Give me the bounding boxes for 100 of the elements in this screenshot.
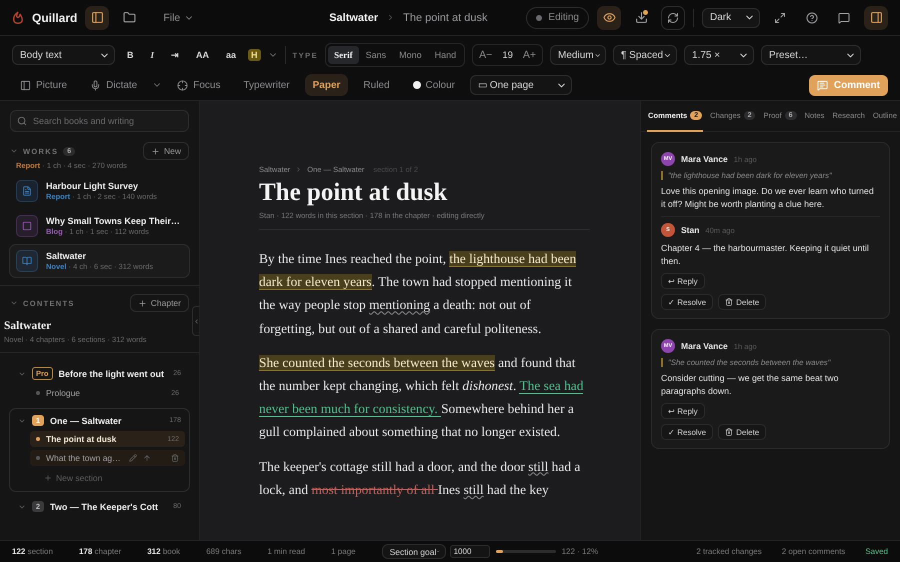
weight-select[interactable]: Medium	[550, 45, 606, 65]
help-icon	[806, 12, 818, 24]
delete-button[interactable]: Delete	[718, 294, 766, 310]
changes-count: 2 tracked changes	[696, 547, 762, 556]
chapter-title: Two — The Keeper's Cott	[50, 502, 159, 512]
view-option[interactable]: Focus	[169, 74, 228, 96]
paragraph: By the time Ines reached the point, the lighthouse had been dark for eleven years. The town had stopped mentioning it the way people stop mentioning a death: not out of forgetting, but out of a shared and careful politeness.	[259, 250, 578, 338]
expand-icon	[774, 12, 786, 24]
format-button[interactable]: ⇥	[166, 50, 184, 60]
comment-text: Consider cutting — we get the same beat two paragraphs down.	[661, 372, 840, 398]
format-button[interactable]: H	[248, 49, 261, 61]
search-icon	[17, 116, 27, 126]
word-stat: 312 book	[147, 547, 180, 556]
search-field[interactable]: Search books and writing	[10, 110, 189, 132]
author-name: Mara Vance	[681, 154, 728, 164]
section-title: The point at dusk	[403, 12, 488, 24]
plus-icon	[44, 474, 52, 482]
document-title: The point at dusk	[259, 179, 448, 207]
font-option[interactable]: Hand	[428, 46, 462, 64]
chevron-icon	[295, 166, 302, 173]
microphone-icon	[90, 80, 102, 90]
goal-select[interactable]: Section goal	[382, 544, 446, 559]
app-name: Quillard	[32, 10, 78, 24]
comments-count: 2 open comments	[782, 547, 846, 556]
panel-icon	[20, 80, 31, 90]
author-name: Stan	[681, 225, 700, 235]
style-select[interactable]: Body text	[12, 45, 115, 65]
delete-button[interactable]: Delete	[718, 424, 766, 440]
work-title: Saltwater	[329, 12, 378, 24]
mode-pill[interactable]: Editing	[526, 6, 589, 28]
reply-button[interactable]: ↩ Reply	[661, 273, 705, 289]
file-menu[interactable]: File	[157, 10, 200, 24]
view-option[interactable]: Typewriter	[235, 74, 298, 96]
download-icon	[634, 11, 648, 24]
square-icon	[16, 215, 38, 237]
edit-icon[interactable]	[129, 454, 137, 462]
view-option[interactable]: Picture	[12, 74, 76, 96]
eye-icon	[602, 11, 616, 24]
document-icon	[16, 180, 38, 202]
line-height-select[interactable]: 1.75 ×	[684, 45, 754, 65]
comment-icon	[816, 80, 828, 90]
delete-icon[interactable]	[171, 454, 179, 462]
resolve-button[interactable]: ✓ Resolve	[661, 294, 714, 310]
dot-icon	[412, 81, 421, 89]
format-button[interactable]: AA	[191, 50, 214, 60]
page-mode-select[interactable]: ▭ One page	[470, 75, 572, 95]
view-option[interactable]: Colour	[404, 74, 464, 96]
plus-icon	[150, 146, 160, 156]
word-stat: 178 chapter	[78, 547, 122, 556]
decrease-size-button[interactable]: A−	[479, 49, 492, 61]
view-option[interactable]: Dictate	[82, 74, 146, 96]
goal-field[interactable]: 1000	[450, 545, 490, 558]
chapter-title: Before the light went out	[58, 368, 166, 378]
trash-icon	[725, 428, 734, 436]
book-title: Saltwater	[4, 320, 52, 332]
format-button[interactable]: aa	[221, 50, 242, 60]
comment-text: Love this opening image. Do we ever learn who turned it off? Might be worth planting a clue here.	[661, 185, 875, 211]
move-up-icon[interactable]	[143, 454, 151, 462]
panel-toggle[interactable]	[864, 6, 888, 30]
format-button[interactable]: B	[122, 50, 138, 60]
goal-reading: 122 · 12%	[562, 547, 598, 556]
save-status: Saved	[865, 547, 888, 556]
view-option[interactable]: Ruled	[355, 74, 398, 96]
panel-icon	[870, 11, 882, 24]
chat-icon	[838, 12, 850, 24]
chapter-title: One — Saltwater	[50, 416, 123, 426]
preset-select[interactable]: Preset…	[761, 45, 862, 65]
preview-button[interactable]	[597, 6, 621, 30]
font-option[interactable]: Mono	[393, 46, 428, 64]
word-stat: 122 section	[12, 547, 53, 556]
collapse-handle[interactable]	[192, 306, 199, 336]
format-button[interactable]: I	[146, 50, 160, 60]
paragraph: She counted the seconds between the waves and found that the number kept changing, which felt dishonest. The sea had never been much for consistency. Somewhere behind her a gull complained about something that no longer existed.	[259, 354, 584, 442]
new-button[interactable]: New	[142, 142, 189, 160]
theme-select[interactable]: Dark	[702, 8, 760, 28]
font-option[interactable]: Sans	[360, 46, 392, 64]
sidebar-toggle[interactable]	[85, 6, 110, 30]
reply-button[interactable]: ↩ Reply	[661, 403, 705, 419]
spacing-select[interactable]: ¶ Spaced	[613, 45, 678, 65]
resolve-button[interactable]: ✓ Resolve	[661, 424, 714, 440]
book-icon	[16, 250, 38, 272]
caret-icon	[10, 147, 18, 155]
view-option[interactable]: Paper	[304, 74, 348, 96]
author-name: Mara Vance	[681, 341, 728, 351]
stat: 689 chars	[206, 547, 242, 556]
paragraph: The keeper's cottage still had a door, and the door still had a lock, and most importantly of all Ines still had the key	[259, 458, 582, 499]
flame-icon	[12, 10, 24, 24]
add-chapter-button[interactable]: Chapter	[130, 294, 189, 312]
refresh-button[interactable]	[661, 6, 685, 30]
trash-icon	[725, 298, 734, 306]
crosshair-icon	[177, 80, 188, 90]
folder-icon	[122, 11, 136, 24]
increase-size-button[interactable]: A+	[522, 49, 536, 61]
font-size: 19	[502, 50, 513, 60]
comment-text: Chapter 4 — the harbourmaster. Keeping it quiet until then.	[661, 242, 870, 268]
plus-icon	[138, 298, 147, 308]
font-option[interactable]: Serif	[328, 46, 359, 64]
section-item[interactable]: What the town ag…	[30, 450, 185, 466]
stat: 1 page	[331, 547, 356, 556]
refresh-icon	[667, 12, 679, 24]
